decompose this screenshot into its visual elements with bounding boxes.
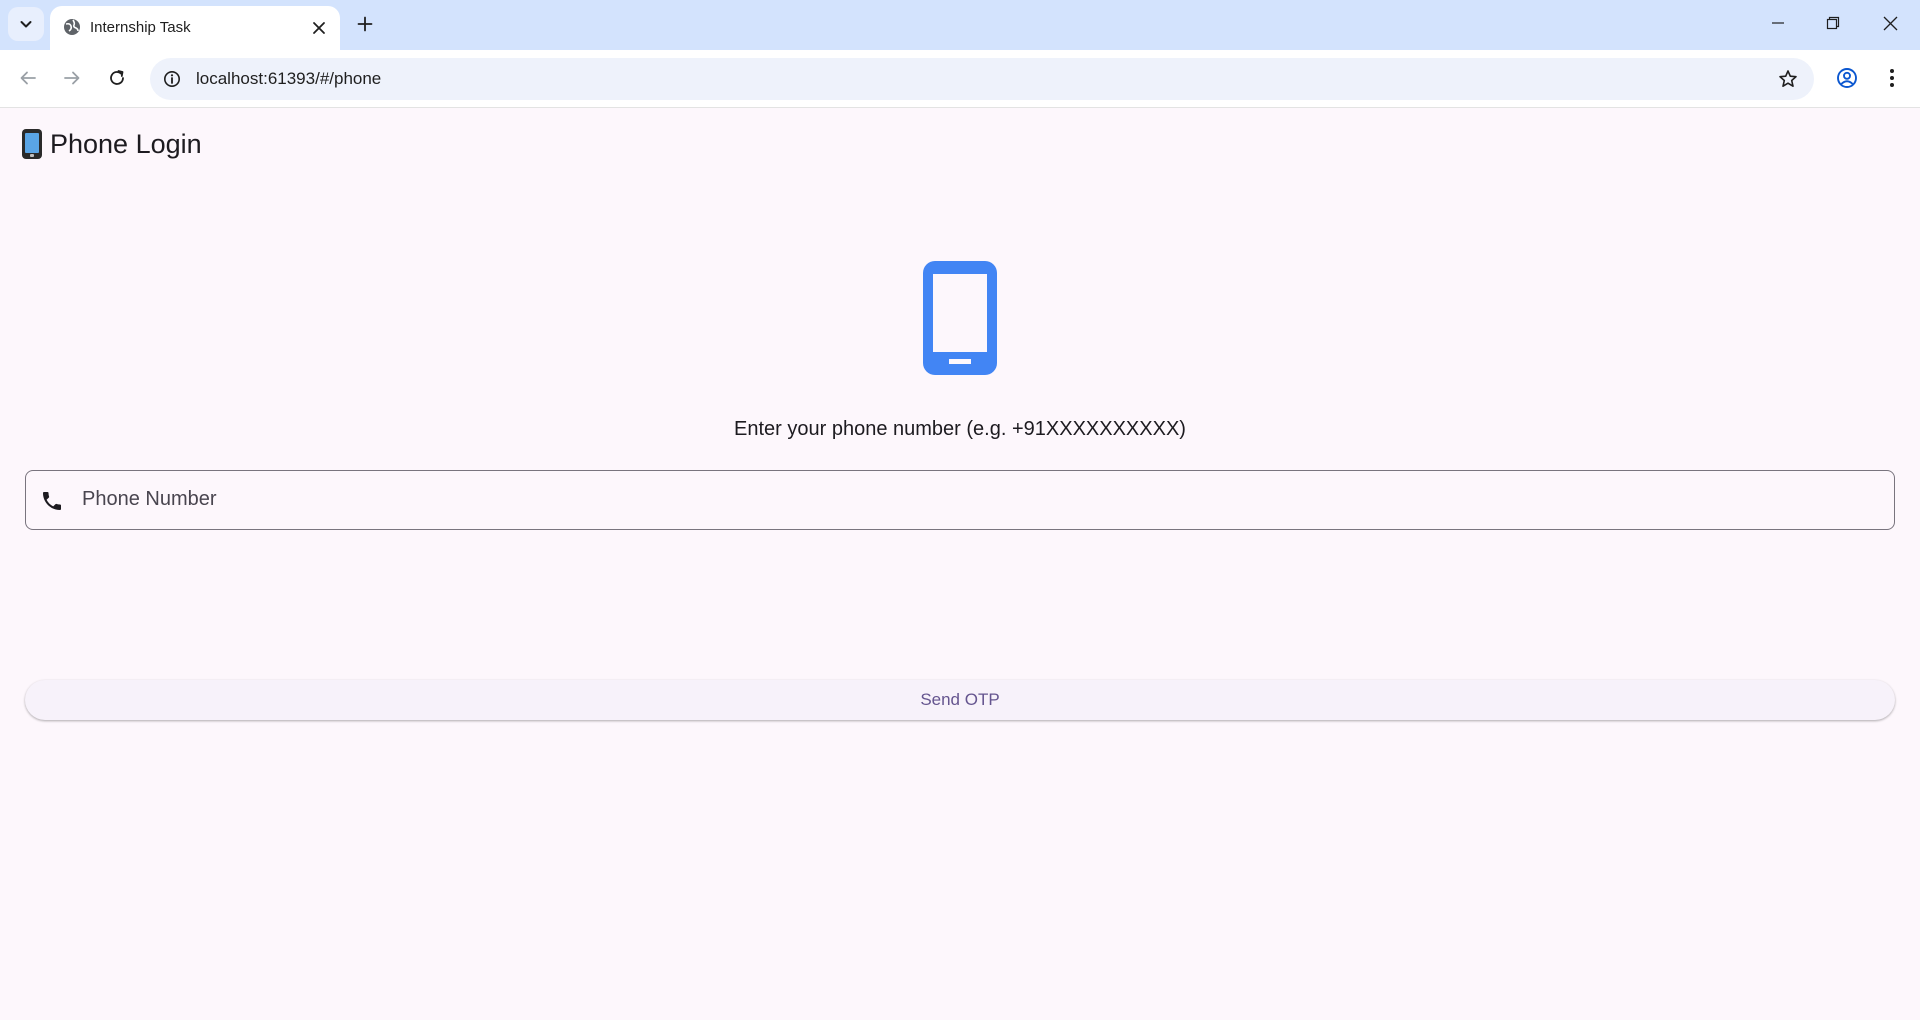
address-bar[interactable]: localhost:61393/#/phone (150, 58, 1814, 100)
restore-button[interactable] (1813, 8, 1853, 38)
minimize-button[interactable] (1758, 8, 1798, 38)
close-icon (1883, 16, 1897, 30)
close-window-button[interactable] (1870, 8, 1910, 38)
reload-icon (110, 70, 124, 85)
info-icon (164, 71, 180, 87)
send-otp-button[interactable]: Send OTP (25, 680, 1895, 720)
arrow-right-icon (64, 71, 80, 85)
smartphone-icon (923, 261, 997, 375)
page-title: Phone Login (50, 128, 202, 159)
browser-menu-button[interactable] (1876, 62, 1908, 94)
browser-toolbar: localhost:61393/#/phone (0, 50, 1920, 108)
reload-button[interactable] (101, 62, 133, 94)
plus-icon (357, 16, 373, 32)
close-icon (313, 22, 325, 34)
mobile-phone-emoji-icon (22, 129, 42, 159)
chevron-down-icon (20, 21, 32, 28)
arrow-left-icon (20, 71, 36, 85)
field-prefix (38, 487, 66, 515)
globe-icon (64, 19, 80, 35)
tab-close-button[interactable] (308, 17, 330, 39)
phone-icon (43, 492, 61, 510)
profile-button[interactable] (1831, 62, 1863, 94)
kebab-menu-icon (1890, 69, 1894, 87)
minimize-icon (1772, 22, 1784, 24)
tab-search-button[interactable] (8, 7, 44, 41)
browser-tab-active[interactable]: Internship Task (50, 6, 340, 50)
phone-number-input[interactable] (80, 471, 1880, 528)
restore-icon (1826, 16, 1840, 30)
site-info-button[interactable] (160, 67, 184, 91)
instruction-text: Enter your phone number (e.g. +91XXXXXXX… (734, 418, 1186, 440)
bookmark-button[interactable] (1776, 67, 1800, 91)
app-bar-title: Phone Login (22, 126, 202, 162)
forward-button[interactable] (56, 62, 88, 94)
tab-title: Internship Task (90, 19, 191, 36)
back-button[interactable] (12, 62, 44, 94)
account-icon (1837, 68, 1857, 88)
url-text[interactable]: localhost:61393/#/phone (196, 69, 381, 89)
app-page: Phone Login Enter your phone number (e.g… (0, 108, 1920, 1020)
tab-strip: Internship Task (0, 0, 1920, 50)
star-icon (1779, 70, 1797, 87)
new-tab-button[interactable] (352, 11, 378, 37)
phone-number-field[interactable] (25, 470, 1895, 530)
